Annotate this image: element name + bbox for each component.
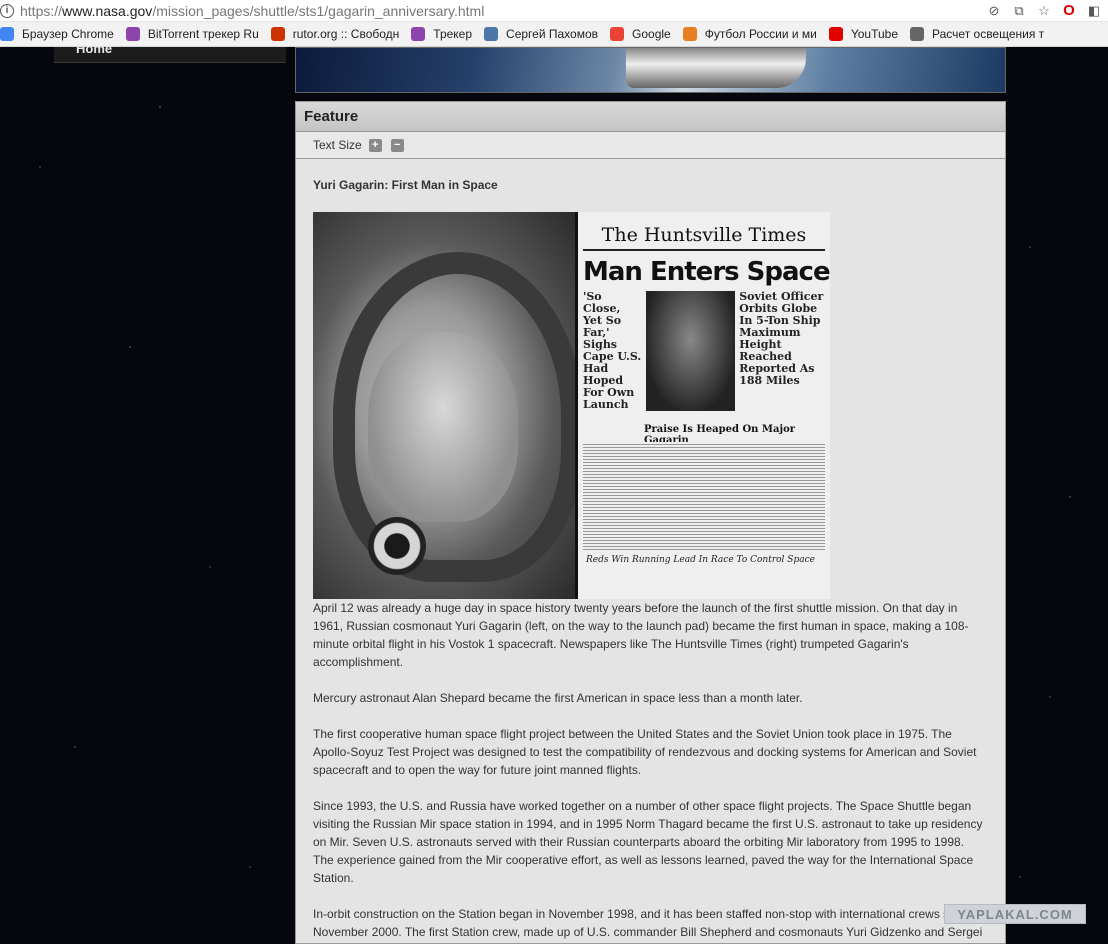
bookmark-label: Google [632, 27, 671, 41]
translate-icon[interactable]: ⧉ [1011, 3, 1027, 19]
newspaper-photo: The Huntsville Times Man Enters Space 'S… [578, 212, 830, 599]
bookmarks-bar: Браузер Chrome BitTorrent трекер Ru rutor.… [0, 22, 1108, 47]
bookmark-item[interactable]: Расчет освещения т [910, 27, 1044, 41]
site-watermark: YAPLAKAL.COM [944, 904, 1086, 924]
bookmark-label: Футбол России и ми [704, 27, 817, 41]
text-size-increase-button[interactable]: + [368, 138, 382, 152]
google-icon [610, 27, 625, 41]
rutor-icon [270, 27, 285, 41]
bookmark-label: Браузер Chrome [22, 27, 114, 41]
bookmark-item[interactable]: Трекер [411, 27, 472, 41]
bookmark-item[interactable]: rutor.org :: Свободн [270, 27, 400, 41]
tracker-icon [125, 27, 140, 41]
bookmark-item[interactable]: YouTube [828, 27, 899, 41]
blocked-popup-icon[interactable]: ⊘ [986, 3, 1002, 19]
bookmark-item[interactable]: Футбол России и ми [682, 27, 817, 41]
bookmark-label: YouTube [850, 27, 899, 41]
bookmark-item[interactable]: BitTorrent трекер Ru [125, 27, 259, 41]
vk-icon [484, 27, 499, 41]
feature-heading: Feature [296, 102, 1005, 132]
lamp-icon [910, 27, 925, 41]
feature-panel: Feature Text Size + − Yuri Gagarin: Firs… [295, 101, 1006, 944]
info-icon[interactable]: i [0, 3, 14, 18]
newspaper-right-column: Soviet Officer Orbits Globe In 5-Ton Shi… [739, 290, 824, 387]
bookmark-item[interactable]: Сергей Пахомов [484, 27, 598, 41]
bookmark-label: Расчет освещения т [932, 27, 1045, 41]
article-paragraph: Since 1993, the U.S. and Russia have wor… [313, 799, 983, 885]
newspaper-footer-headline: Reds Win Running Lead In Race To Control… [586, 555, 815, 565]
address-bar-icons: ⊘ ⧉ ☆ O ◧ [986, 2, 1108, 19]
article-title: Yuri Gagarin: First Man in Space [313, 178, 498, 192]
url-path: /mission_pages/shuttle/sts1/gagarin_anni… [152, 2, 485, 19]
gagarin-photo [313, 212, 575, 599]
article-body: April 12 was already a huge day in space… [313, 599, 987, 941]
address-bar[interactable]: i https://www.nasa.gov/mission_pages/shu… [0, 0, 1108, 22]
face-shape [368, 332, 518, 522]
newspaper-portrait [645, 291, 736, 411]
youtube-icon [828, 27, 843, 41]
star-icon[interactable]: ☆ [1036, 3, 1052, 19]
article-photo: The Huntsville Times Man Enters Space 'S… [313, 212, 830, 599]
nav-home-tab[interactable]: Home [54, 41, 286, 63]
newspaper-masthead: The Huntsville Times [583, 216, 825, 251]
bookmark-label: rutor.org :: Свободн [292, 27, 400, 41]
bookmark-item[interactable]: Google [610, 27, 671, 41]
nav-home-label: Home [76, 41, 113, 56]
article-paragraph: Mercury astronaut Alan Shepard became th… [313, 691, 803, 705]
bookmark-label: BitTorrent трекер Ru [147, 27, 259, 41]
newspaper-columns: 'So Close, Yet So Far,' Sighs Cape U.S. … [583, 291, 825, 411]
suit-valve-shape [368, 517, 426, 575]
header-banner-image [295, 47, 1006, 93]
shuttle-image [626, 48, 806, 88]
extension-icon[interactable]: ◧ [1086, 3, 1102, 19]
opera-icon[interactable]: O [1061, 2, 1077, 19]
bookmark-label: Сергей Пахомов [506, 27, 599, 41]
article-content: Yuri Gagarin: First Man in Space The Hun… [296, 178, 1005, 941]
article-paragraph: The first cooperative human space flight… [313, 727, 977, 777]
bookmark-item[interactable]: Браузер Chrome [0, 27, 114, 41]
football-icon [682, 27, 697, 41]
url-text[interactable]: https://www.nasa.gov/mission_pages/shutt… [20, 3, 484, 19]
url-host: www.nasa.gov [62, 2, 153, 19]
text-size-decrease-button[interactable]: − [390, 138, 404, 152]
newspaper-left-column: 'So Close, Yet So Far,' Sighs Cape U.S. … [583, 290, 642, 411]
newspaper-text-lines [583, 442, 825, 552]
text-size-label: Text Size [313, 138, 362, 152]
newspaper-headline: Man Enters Space [583, 257, 830, 287]
article-paragraph: April 12 was already a huge day in space… [313, 601, 969, 669]
article-paragraph: In-orbit construction on the Station beg… [313, 907, 983, 939]
tracker-icon [411, 27, 426, 41]
url-prefix: https:// [20, 2, 63, 19]
text-size-bar: Text Size + − [296, 132, 1005, 159]
bookmark-label: Трекер [433, 27, 473, 41]
chrome-icon [0, 27, 14, 41]
